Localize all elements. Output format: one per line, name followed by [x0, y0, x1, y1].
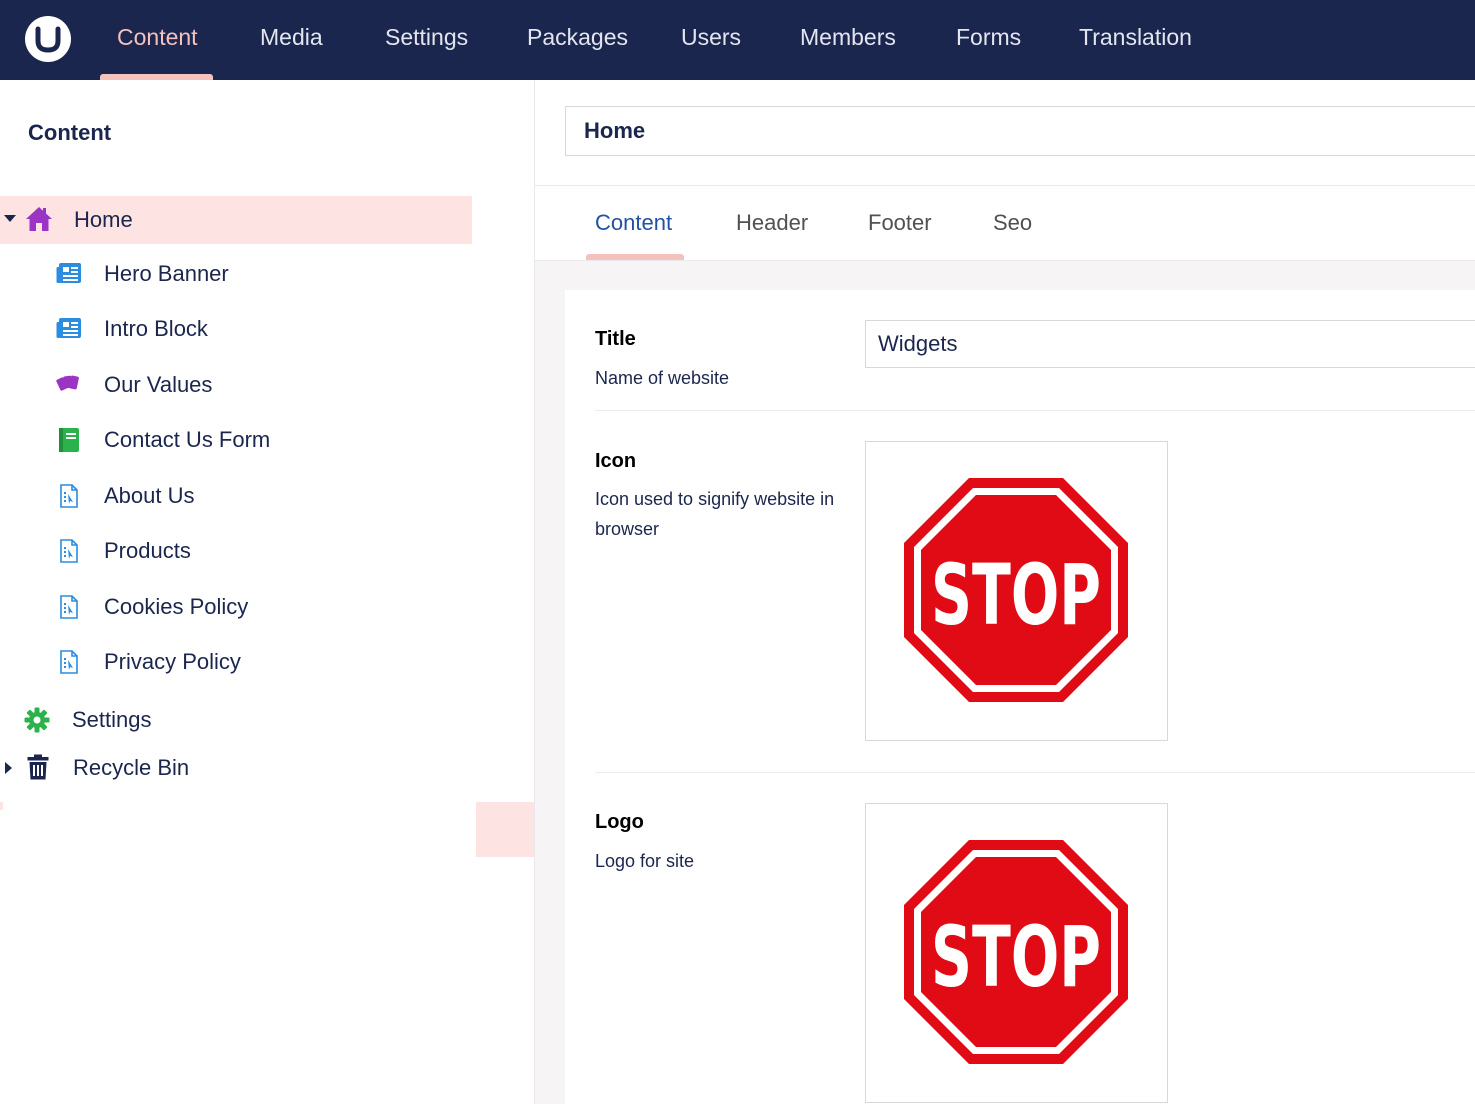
property-description-logo: Logo for site	[595, 851, 695, 871]
stop-sign-text: STOP	[931, 908, 1101, 1006]
sidebar-drop-indicator	[0, 802, 3, 810]
tree-label: About Us	[104, 483, 195, 508]
nav-content[interactable]: Content	[117, 0, 198, 80]
nav-settings[interactable]: Settings	[385, 0, 468, 80]
property-label-icon: Icon	[595, 450, 637, 472]
stop-sign-icon: STOP	[904, 840, 1128, 1064]
tab-header[interactable]: Header	[736, 186, 808, 260]
editor-header: Home	[535, 80, 1475, 186]
tree-item-privacy-policy[interactable]: Privacy Policy	[0, 638, 472, 686]
nav-translation[interactable]: Translation	[1079, 0, 1192, 80]
gear-icon	[24, 707, 50, 733]
tree-label: Privacy Policy	[104, 649, 241, 674]
tree-item-recycle-bin[interactable]: Recycle Bin	[0, 744, 472, 792]
property-label-logo: Logo	[595, 811, 644, 833]
nav-users[interactable]: Users	[681, 0, 741, 80]
property-label-title: Title	[595, 328, 636, 350]
tab-footer[interactable]: Footer	[868, 186, 932, 260]
nav-forms[interactable]: Forms	[956, 0, 1021, 80]
tree-label: Cookies Policy	[104, 594, 249, 619]
tree-item-about-us[interactable]: About Us	[0, 472, 472, 520]
caret-down-icon[interactable]	[4, 215, 16, 222]
document-icon	[60, 539, 78, 563]
tree-label-home: Home	[74, 207, 133, 232]
stop-sign-icon: STOP	[904, 478, 1128, 702]
umbraco-logo-icon[interactable]	[25, 16, 71, 62]
logo-media-picker[interactable]: STOP	[865, 803, 1168, 1103]
property-description-title: Name of website	[595, 368, 730, 388]
tree-item-home[interactable]: Home	[0, 196, 472, 244]
document-icon	[60, 595, 78, 619]
nav-packages[interactable]: Packages	[527, 0, 628, 80]
property-divider	[595, 410, 1475, 411]
properties-panel: Title Name of website Widgets Icon Icon …	[565, 290, 1475, 1120]
nav-media[interactable]: Media	[260, 0, 323, 80]
caret-right-icon[interactable]	[5, 762, 12, 774]
stop-sign-text: STOP	[931, 546, 1101, 644]
top-navigation-bar: Content Media Settings Packages Users Me…	[0, 0, 1475, 80]
tree-item-hero-banner[interactable]: Hero Banner	[0, 250, 472, 298]
newspaper-icon	[56, 263, 81, 283]
document-icon	[60, 484, 78, 508]
tree-item-settings[interactable]: Settings	[0, 696, 472, 744]
title-input[interactable]: Widgets	[865, 320, 1475, 368]
trash-icon	[27, 754, 49, 780]
content-tree-sidebar: Content Home Hero Banner Intro Block Our…	[0, 80, 535, 1104]
tab-seo[interactable]: Seo	[993, 186, 1032, 260]
content-editor: Home Content Header Footer Seo Title Nam…	[535, 80, 1475, 1120]
home-icon	[26, 207, 52, 231]
property-description-icon: Icon used to signify website in browser	[595, 489, 835, 539]
tree-item-contact-us-form[interactable]: Contact Us Form	[0, 416, 472, 464]
tree-label: Our Values	[104, 372, 213, 397]
sidebar-resize-highlight	[476, 802, 534, 857]
node-name-input[interactable]: Home	[565, 106, 1475, 156]
tree-item-products[interactable]: Products	[0, 527, 472, 575]
tree-item-our-values[interactable]: Our Values	[0, 361, 472, 409]
tree-label: Contact Us Form	[104, 427, 271, 452]
tree-item-cookies-policy[interactable]: Cookies Policy	[0, 583, 472, 631]
editor-tabs: Content Header Footer Seo	[535, 186, 1475, 261]
tree-label: Hero Banner	[104, 261, 229, 286]
icon-media-picker[interactable]: STOP	[865, 441, 1168, 741]
nav-members[interactable]: Members	[800, 0, 896, 80]
cards-icon	[56, 375, 79, 391]
tab-content[interactable]: Content	[595, 186, 672, 260]
tree-label-settings: Settings	[72, 707, 152, 732]
document-icon	[60, 650, 78, 674]
form-book-icon	[59, 428, 79, 452]
tree-label-recycle-bin: Recycle Bin	[73, 755, 190, 780]
tab-active-indicator	[586, 254, 684, 260]
sidebar-title: Content	[28, 120, 112, 145]
tree-label: Intro Block	[104, 316, 208, 341]
tree-label: Products	[104, 538, 191, 563]
tree-item-intro-block[interactable]: Intro Block	[0, 305, 472, 353]
property-divider	[595, 772, 1475, 773]
newspaper-icon	[56, 318, 81, 338]
